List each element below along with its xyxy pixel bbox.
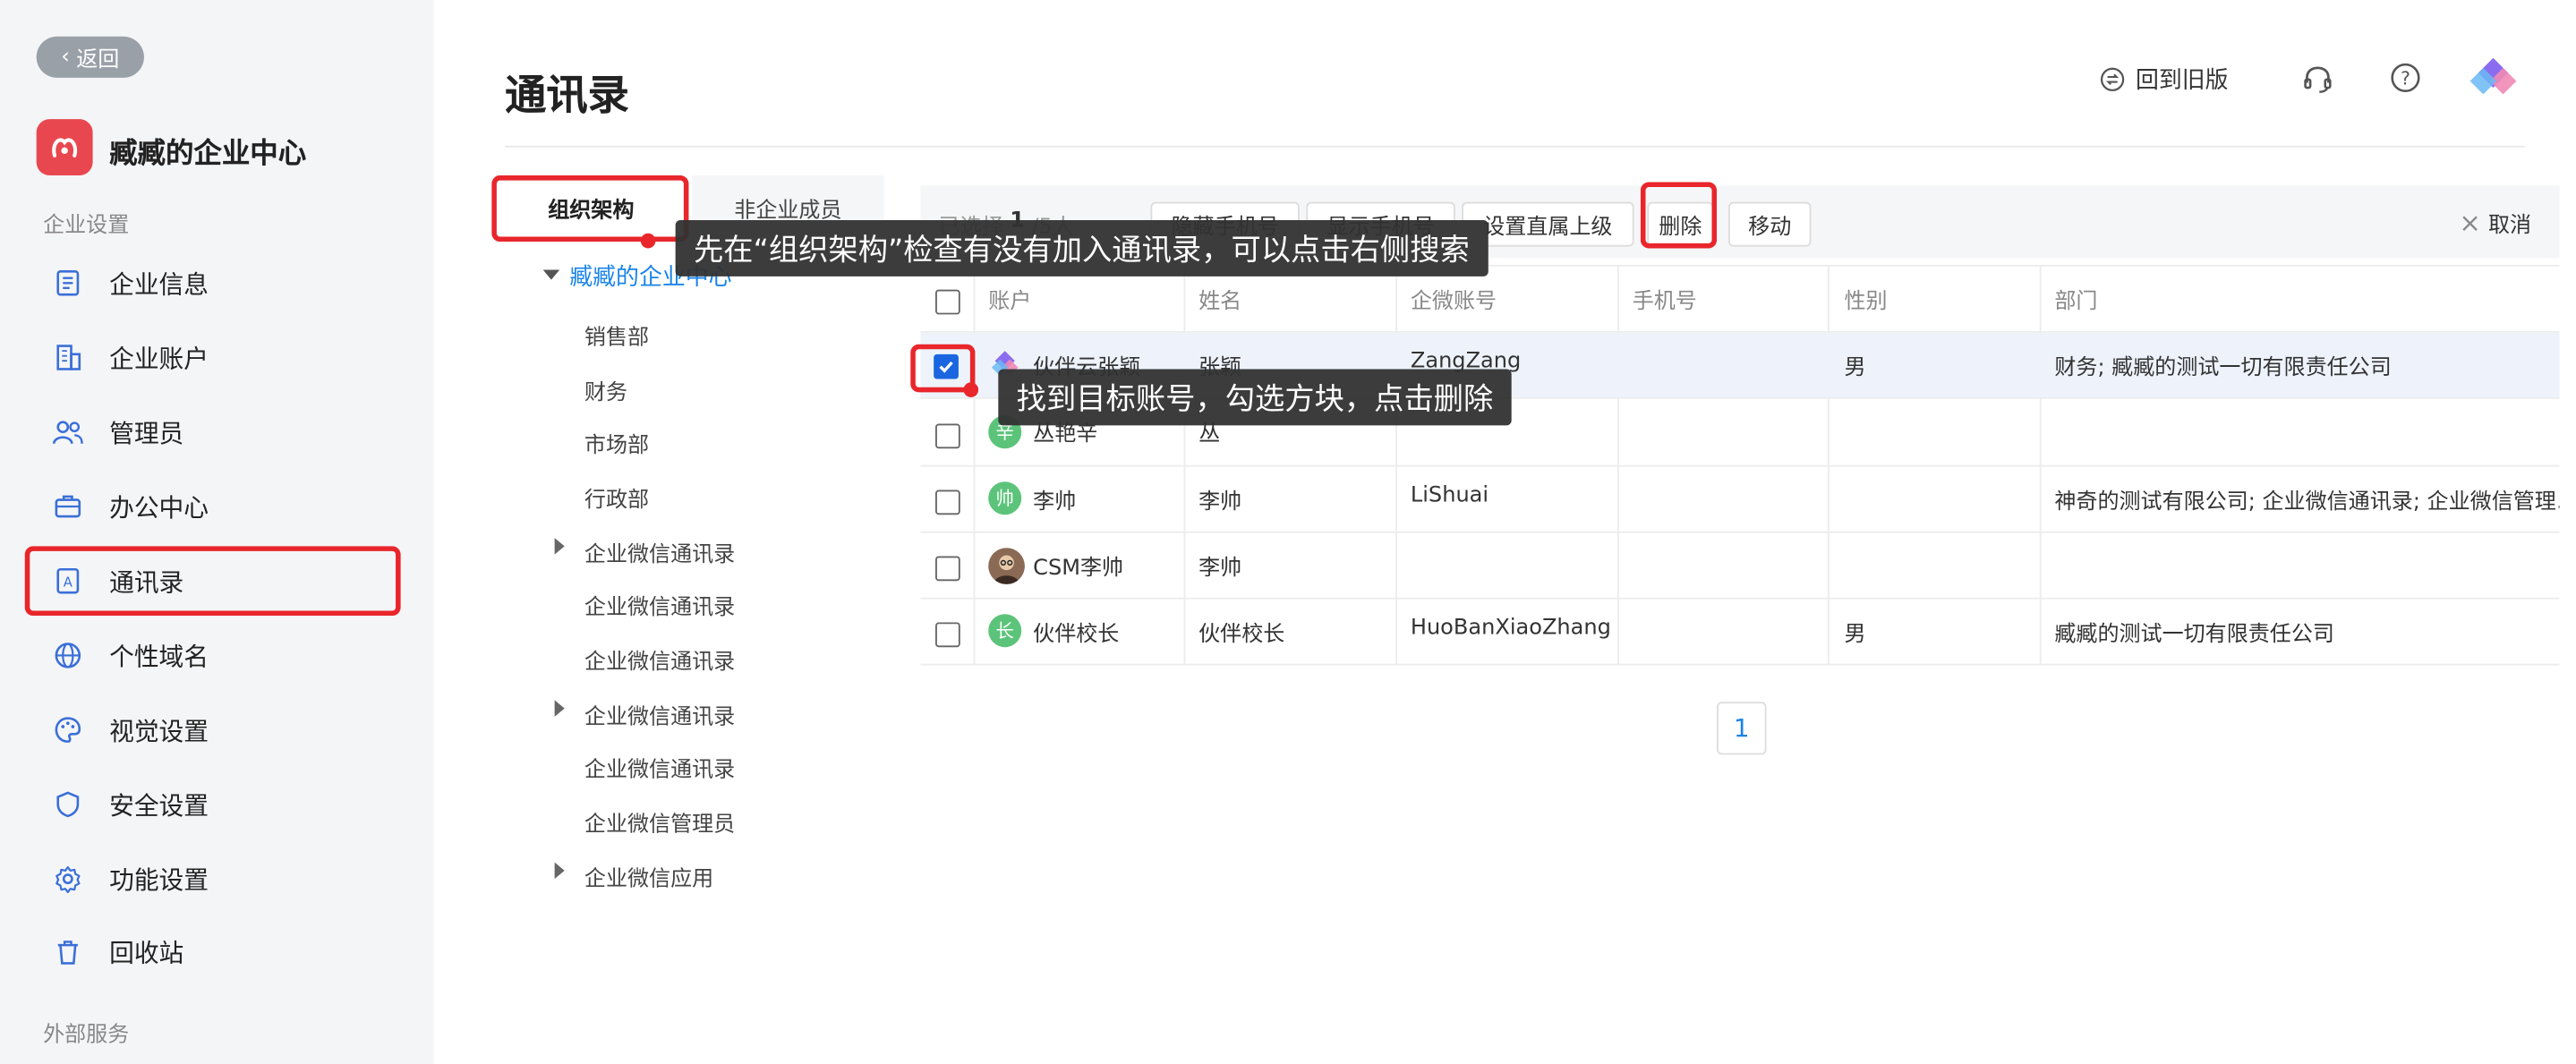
tree-node-marketing[interactable]: 市场部 — [584, 427, 649, 459]
tree-node-wecom-5[interactable]: 企业微信通讯录 — [584, 752, 735, 783]
headset-icon[interactable] — [2301, 63, 2334, 102]
cell-dept: 神奇的测试有限公司; 企业微信通讯录; 企业微信管理… — [2054, 489, 2560, 515]
org-name: 臧臧的企业中心 — [109, 137, 307, 171]
tree-node-wecom-2[interactable]: 企业微信通讯录 — [584, 589, 735, 621]
cancel-selection-button[interactable]: 取消 — [2461, 207, 2531, 238]
cell-account: 伙伴校长 — [1033, 622, 1120, 648]
sidebar-item-company-info[interactable]: 企业信息 — [23, 248, 401, 318]
row-checkbox[interactable] — [935, 556, 960, 582]
logo-icon — [52, 138, 78, 157]
sidebar-item-custom-domain[interactable]: 个性域名 — [23, 621, 401, 691]
trash-icon — [49, 933, 86, 970]
row-checkbox[interactable] — [935, 489, 960, 515]
table-bottom-border — [920, 663, 2560, 666]
svg-text:?: ? — [2401, 67, 2410, 89]
move-button[interactable]: 移动 — [1727, 201, 1812, 247]
cell-account: 李帅 — [1033, 489, 1077, 515]
section-label-settings: 企业设置 — [43, 213, 130, 239]
annotation-tooltip-select: 找到目标账号，勾选方块，点击删除 — [998, 369, 1512, 426]
highlight-box-contacts — [24, 546, 401, 617]
sidebar-item-security-settings[interactable]: 安全设置 — [23, 770, 401, 839]
row-divider — [920, 597, 2560, 600]
building-icon — [49, 339, 86, 376]
gear-icon — [49, 861, 86, 898]
highlight-box-org-tab — [491, 175, 689, 243]
caret-right-icon[interactable] — [554, 700, 565, 717]
avatar: 帅 — [988, 481, 1022, 515]
row-checkbox[interactable] — [935, 622, 960, 648]
sidebar-item-admins[interactable]: 管理员 — [23, 397, 401, 467]
row-checkbox[interactable] — [935, 423, 960, 449]
tree-node-admin-dept[interactable]: 行政部 — [584, 481, 649, 514]
caret-right-icon[interactable] — [554, 862, 565, 880]
cell-name: 李帅 — [1198, 556, 1242, 582]
globe-icon — [49, 637, 86, 674]
avatar — [988, 548, 1025, 584]
page-title: 通讯录 — [505, 71, 629, 120]
cell-account: CSM李帅 — [1033, 556, 1124, 582]
tree-node-wecom-1[interactable]: 企业微信通讯录 — [584, 536, 735, 568]
cell-dept: 臧臧的测试一切有限责任公司 — [2054, 622, 2334, 648]
cell-name: 伙伴校长 — [1198, 622, 1285, 648]
annotation-dot — [963, 382, 979, 397]
org-logo — [36, 119, 93, 176]
app-logo-icon[interactable] — [2469, 55, 2518, 107]
sidebar-item-company-account[interactable]: 企业账户 — [23, 323, 401, 393]
section-label-external: 外部服务 — [43, 1023, 130, 1048]
tree-node-wecom-apps[interactable]: 企业微信应用 — [584, 861, 713, 892]
highlight-box-delete — [1640, 182, 1718, 249]
user-photo-icon — [993, 555, 1020, 584]
column-header-phone: 手机号 — [1632, 288, 1697, 314]
select-all-checkbox[interactable] — [935, 289, 960, 315]
cell-wecom: LiShuai — [1410, 483, 1489, 508]
column-header-dept: 部门 — [2054, 288, 2098, 314]
header-divider — [505, 145, 2525, 148]
tree-node-finance[interactable]: 财务 — [584, 374, 627, 405]
help-icon[interactable]: ? — [2389, 61, 2422, 100]
sidebar-item-visual-settings[interactable]: 视觉设置 — [23, 695, 401, 765]
annotation-tooltip-org: 先在“组织架构”检查有没有加入通讯录，可以点击右侧搜索 — [675, 219, 1488, 277]
annotation-dot — [640, 233, 656, 249]
tree-node-sales[interactable]: 销售部 — [584, 319, 649, 351]
chevron-left-icon: ‹ — [61, 44, 70, 70]
cell-wecom: HuoBanXiaoZhang — [1410, 616, 1611, 641]
sidebar-item-function-settings[interactable]: 功能设置 — [23, 844, 401, 914]
column-header-gender: 性别 — [1844, 288, 1888, 314]
cell-gender: 男 — [1844, 622, 1866, 648]
sidebar: ‹ 返回 臧臧的企业中心 企业设置 企业信息 企业账户 管理员 办公中心 A 通… — [0, 0, 434, 1064]
row-divider — [920, 464, 2560, 467]
tree-node-wecom-4[interactable]: 企业微信通讯录 — [584, 699, 735, 730]
close-icon — [2462, 215, 2478, 231]
cell-dept: 财务; 臧臧的测试一切有限责任公司 — [2054, 355, 2392, 381]
cell-gender: 男 — [1844, 355, 1866, 381]
legacy-version-link[interactable]: 回到旧版 — [2099, 63, 2229, 96]
palette-icon — [49, 711, 86, 748]
sidebar-item-office-center[interactable]: 办公中心 — [23, 472, 401, 541]
sidebar-item-recycle-bin[interactable]: 回收站 — [23, 917, 401, 987]
briefcase-icon — [49, 489, 86, 525]
caret-right-icon[interactable] — [554, 538, 565, 555]
caret-down-icon[interactable] — [542, 269, 560, 280]
users-icon — [49, 413, 86, 450]
document-icon — [49, 265, 86, 302]
tree-node-wecom-3[interactable]: 企业微信通讯录 — [584, 643, 735, 676]
cell-name: 李帅 — [1198, 489, 1242, 515]
swap-icon — [2100, 67, 2125, 91]
back-button[interactable]: ‹ 返回 — [36, 36, 144, 78]
avatar: 长 — [988, 614, 1022, 648]
tree-node-wecom-admins[interactable]: 企业微信管理员 — [584, 806, 735, 838]
row-divider — [920, 531, 2560, 533]
shield-icon — [49, 787, 86, 823]
page-number-button[interactable]: 1 — [1717, 702, 1767, 755]
